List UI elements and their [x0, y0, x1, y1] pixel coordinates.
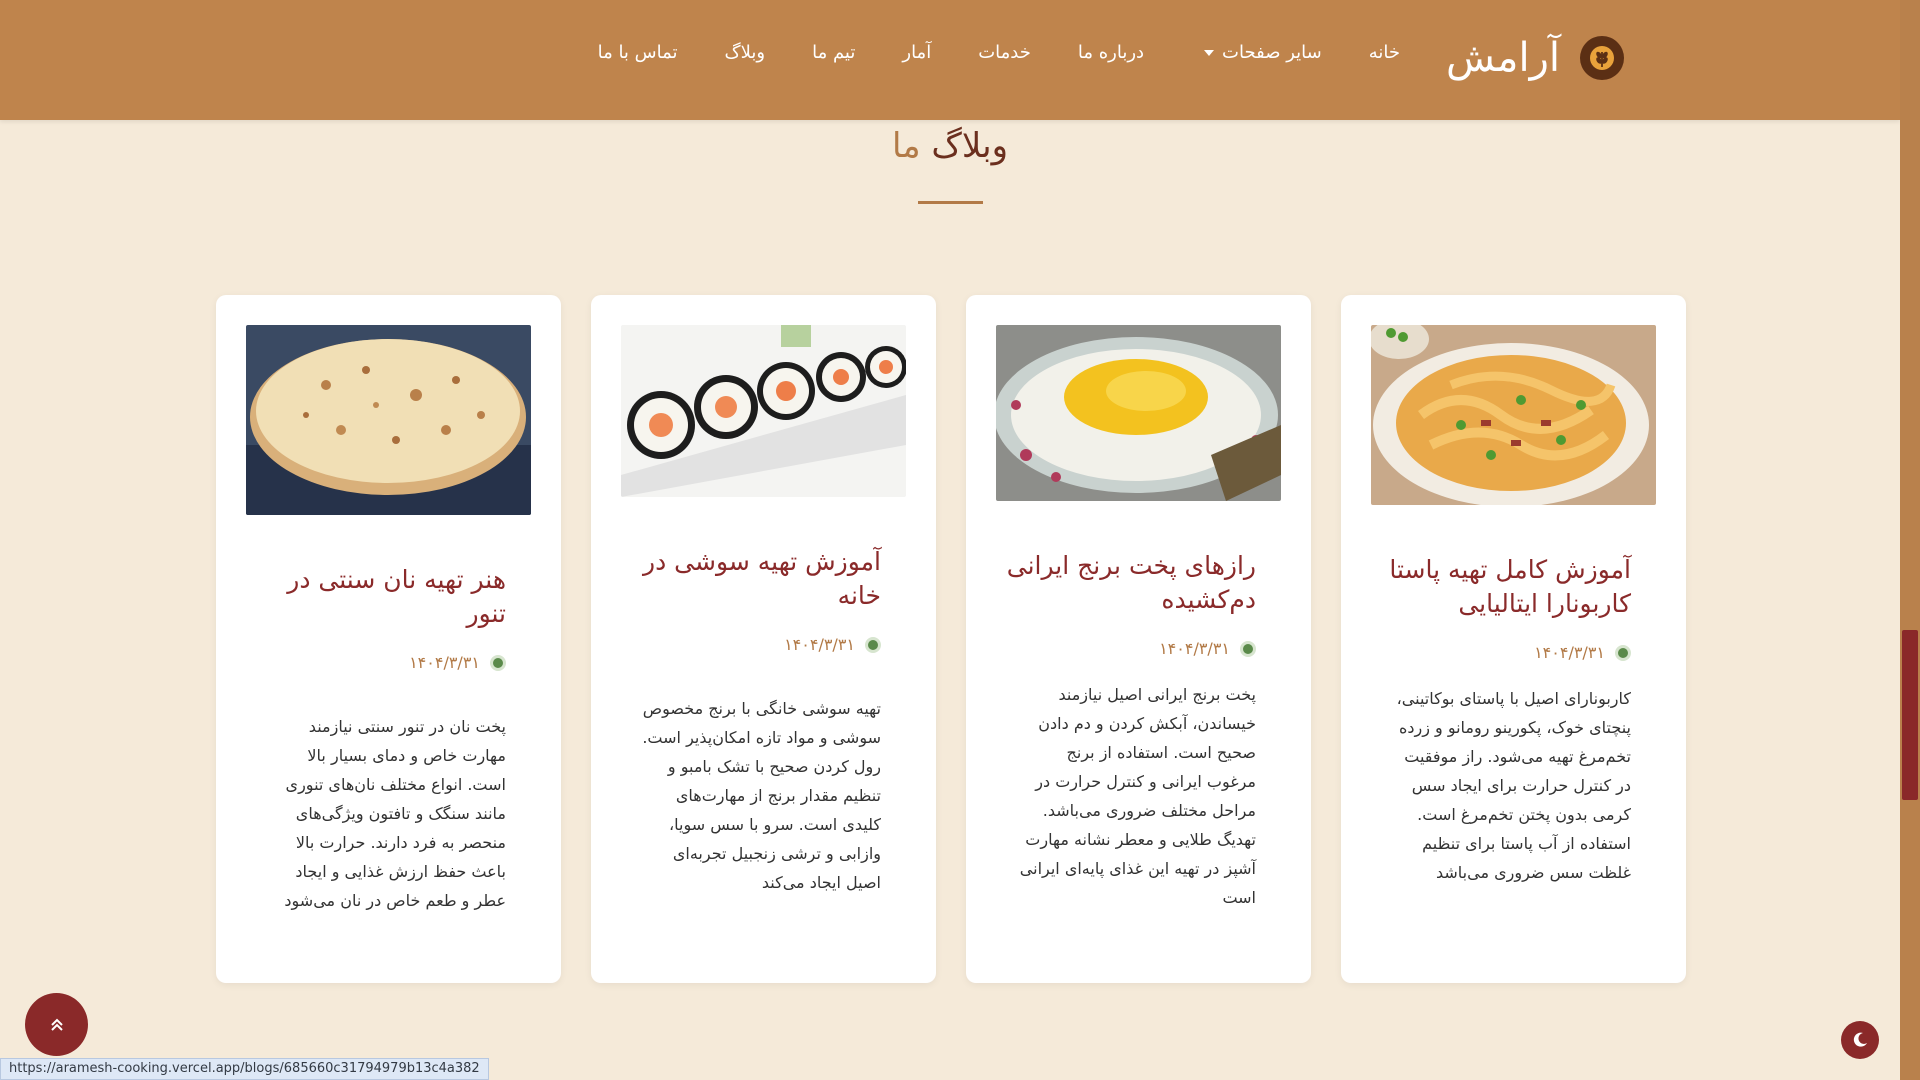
- blog-card-image-pasta[interactable]: [1371, 325, 1656, 505]
- calendar-icon: [490, 654, 506, 671]
- blog-card-excerpt: کاربونارای اصیل با پاستای بوکاتینی، پنچت…: [1396, 689, 1631, 882]
- blog-card-date: ۱۴۰۴/۳/۳۱: [621, 635, 906, 654]
- blog-card-title[interactable]: آموزش کامل تهیه پاستا کاربونارا ایتالیای…: [1371, 553, 1656, 621]
- nav-home-label: خانه: [1368, 42, 1400, 63]
- nav-about-label: درباره ما: [1077, 42, 1145, 63]
- blog-card-date-text: ۱۴۰۴/۳/۳۱: [1534, 643, 1605, 662]
- wheat-icon: [1580, 36, 1624, 80]
- title-divider: [918, 201, 983, 204]
- dark-mode-toggle[interactable]: [1841, 1021, 1879, 1059]
- calendar-icon: [865, 636, 881, 653]
- nav-contact[interactable]: تماس با ما: [598, 42, 678, 63]
- moon-icon: [1853, 1032, 1867, 1047]
- nav-stats-label: آمار: [902, 42, 932, 63]
- blog-card-date: ۱۴۰۴/۳/۳۱: [246, 653, 531, 672]
- back-to-top-button[interactable]: [25, 993, 88, 1056]
- blog-card[interactable]: آموزش تهیه سوشی در خانه ۱۴۰۴/۳/۳۱ تهیه س…: [591, 295, 936, 983]
- nav-services[interactable]: خدمات: [978, 42, 1031, 63]
- blog-card[interactable]: آموزش کامل تهیه پاستا کاربونارا ایتالیای…: [1341, 295, 1686, 983]
- double-chevron-up-icon: [50, 1018, 63, 1031]
- blog-card-date-text: ۱۴۰۴/۳/۳۱: [784, 635, 855, 654]
- nav-blog[interactable]: وبلاگ: [725, 42, 766, 63]
- blog-card[interactable]: رازهای پخت برنج ایرانی دم‌کشیده ۱۴۰۴/۳/۳…: [966, 295, 1311, 983]
- calendar-icon: [1240, 640, 1256, 657]
- blog-card-date-text: ۱۴۰۴/۳/۳۱: [409, 653, 480, 672]
- blog-card-excerpt: پخت برنج ایرانی اصیل نیازمند خیساندن، آب…: [1019, 685, 1256, 907]
- section-title-main: وبلاگ: [931, 126, 1008, 166]
- nav-about[interactable]: درباره ما: [1078, 42, 1144, 63]
- blog-card-image-sushi[interactable]: [621, 325, 906, 497]
- nav-stats[interactable]: آمار: [902, 42, 931, 63]
- nav-home[interactable]: خانه: [1369, 42, 1400, 63]
- section-title: وبلاگ ما: [0, 126, 1900, 166]
- main-nav: خانه سایر صفحات درباره ما خدمات آمار تیم…: [598, 42, 1400, 63]
- nav-team[interactable]: تیم ما: [812, 42, 855, 63]
- nav-other-pages-label: سایر صفحات: [1222, 42, 1322, 63]
- blog-card-title[interactable]: هنر تهیه نان سنتی در تنور: [246, 563, 531, 631]
- link-status-url: https://aramesh-cooking.vercel.app/blogs…: [0, 1058, 489, 1080]
- page: آرامش خانه سایر صفحات درباره ما خدمات آم…: [0, 0, 1920, 1080]
- brand-name[interactable]: آرامش: [1446, 35, 1560, 81]
- blog-card-date: ۱۴۰۴/۳/۳۱: [996, 639, 1281, 658]
- caret-down-icon: [1204, 49, 1215, 56]
- calendar-icon: [1615, 644, 1631, 661]
- blog-card-excerpt: تهیه سوشی خانگی با برنج مخصوص سوشی و موا…: [642, 699, 881, 892]
- blog-card-title[interactable]: رازهای پخت برنج ایرانی دم‌کشیده: [996, 549, 1281, 617]
- nav-other-pages-dropdown[interactable]: سایر صفحات: [1204, 42, 1322, 63]
- brand[interactable]: آرامش: [1446, 28, 1624, 88]
- navbar: آرامش خانه سایر صفحات درباره ما خدمات آم…: [0, 0, 1900, 120]
- blog-card-date-text: ۱۴۰۴/۳/۳۱: [1159, 639, 1230, 658]
- nav-services-label: خدمات: [978, 42, 1031, 63]
- blog-card-title[interactable]: آموزش تهیه سوشی در خانه: [621, 545, 906, 613]
- nav-team-label: تیم ما: [812, 42, 856, 63]
- blog-card-excerpt: پخت نان در تنور سنتی نیازمند مهارت خاص و…: [284, 717, 506, 910]
- blog-card-list: هنر تهیه نان سنتی در تنور ۱۴۰۴/۳/۳۱ پخت …: [216, 295, 1686, 983]
- page-scrollbar[interactable]: [1900, 0, 1920, 1080]
- section-title-accent: ما: [892, 126, 921, 166]
- nav-blog-label: وبلاگ: [724, 42, 766, 63]
- scrollbar-thumb[interactable]: [1902, 630, 1918, 800]
- blog-card-image-flatbread[interactable]: [246, 325, 531, 515]
- blog-card-date: ۱۴۰۴/۳/۳۱: [1371, 643, 1656, 662]
- blog-card[interactable]: هنر تهیه نان سنتی در تنور ۱۴۰۴/۳/۳۱ پخت …: [216, 295, 561, 983]
- nav-contact-label: تماس با ما: [597, 42, 678, 63]
- blog-card-image-saffron-rice[interactable]: [996, 325, 1281, 501]
